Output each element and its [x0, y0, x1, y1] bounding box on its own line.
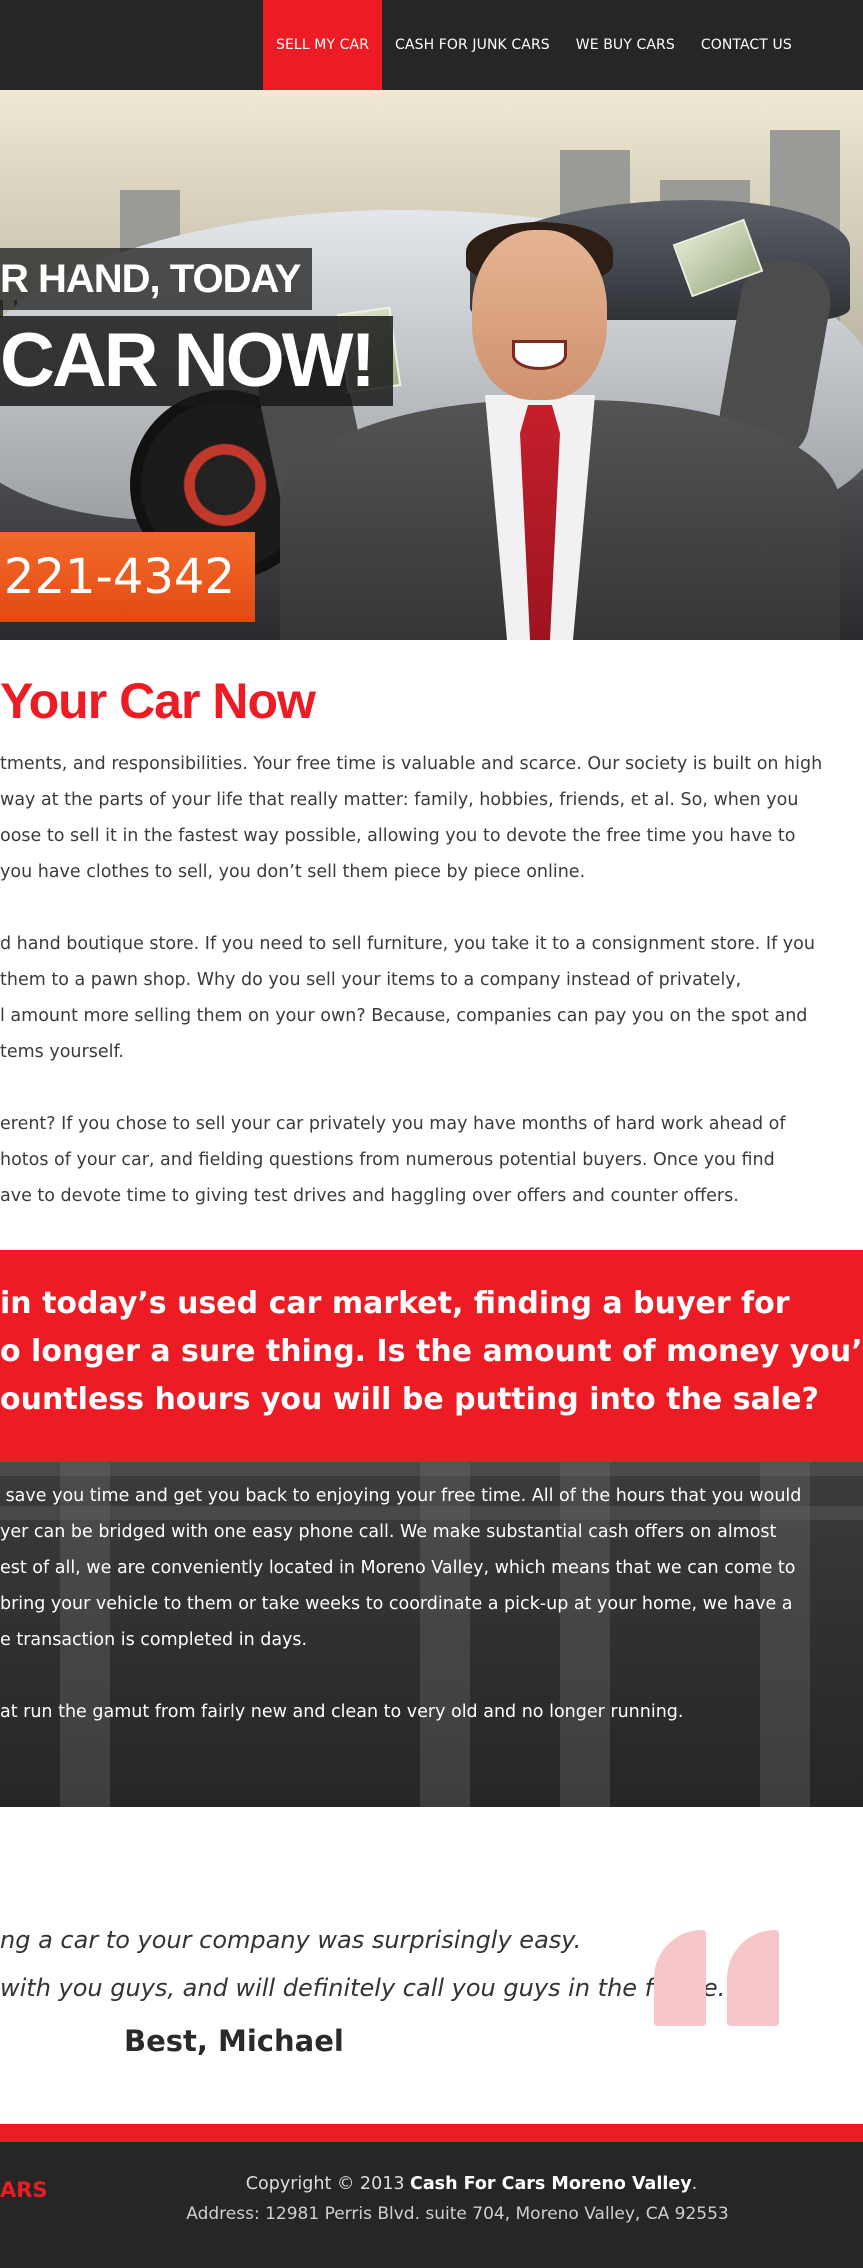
footer: ARS Copyright © 2013 Cash For Cars Moren…	[0, 2142, 863, 2268]
nav-item-cash-for-junk-cars[interactable]: CASH FOR JUNK CARS	[382, 0, 563, 90]
hero-phone-number: ) 221-4342	[0, 549, 235, 605]
hero-banner: R HAND, TODAY CAR NOW! ) 221-4342	[0, 90, 863, 640]
man-mouth	[512, 340, 567, 370]
nav-item-sell-my-car[interactable]: SELL MY CAR	[263, 0, 383, 90]
page-title: Your Car Now	[0, 673, 316, 729]
footer-accent-bar	[0, 2124, 863, 2142]
intro-paragraph-1: tments, and responsibilities. Your free …	[0, 754, 823, 882]
intro-paragraph-2: d hand boutique store. If you need to se…	[0, 934, 815, 1062]
hero-man-with-cash-image	[251, 218, 840, 640]
footer-company-name: Cash For Cars Moreno Valley	[410, 2174, 692, 2194]
callout-banner: in today’s used car market, finding a bu…	[0, 1250, 863, 1462]
services-section: save you time and get you back to enjoyi…	[0, 1462, 863, 1807]
man-head	[472, 230, 607, 400]
footer-copyright: Copyright © 2013 Cash For Cars Moreno Va…	[245, 2174, 698, 2194]
hero-tagline-small: R HAND, TODAY	[0, 248, 313, 310]
hero-phone-button[interactable]: ) 221-4342	[0, 532, 255, 622]
nav-item-contact-us[interactable]: CONTACT US	[688, 0, 805, 90]
testimonial-signature: Best, Michael	[124, 2024, 344, 2058]
footer-address: Address: 12981 Perris Blvd. suite 704, M…	[186, 2204, 729, 2224]
services-text: save you time and get you back to enjoyi…	[0, 1486, 802, 1722]
hero-tagline-large: CAR NOW!	[0, 316, 393, 406]
intro-paragraph-3: erent? If you chose to sell your car pri…	[0, 1114, 786, 1206]
nav-menu: SELL MY CAR CASH FOR JUNK CARS WE BUY CA…	[263, 0, 805, 90]
testimonial-quote: ng a car to your company was surprisingl…	[0, 1926, 737, 2002]
nav-item-we-buy-cars[interactable]: WE BUY CARS	[563, 0, 688, 90]
callout-text: in today’s used car market, finding a bu…	[0, 1286, 863, 1417]
top-navigation: SELL MY CAR CASH FOR JUNK CARS WE BUY CA…	[0, 0, 863, 90]
